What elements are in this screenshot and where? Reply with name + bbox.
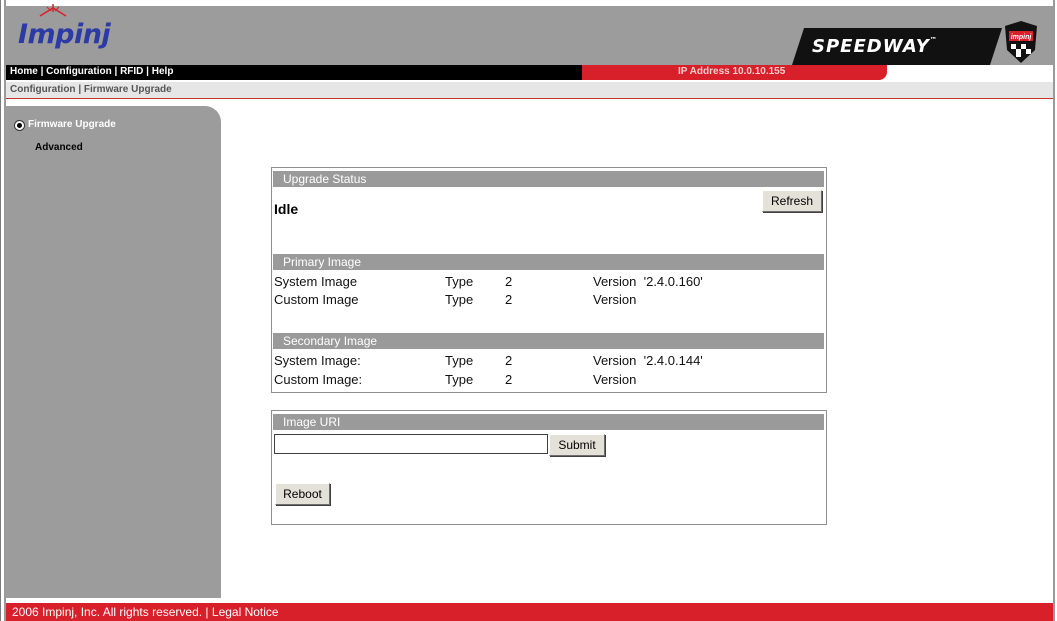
sidebar [6, 106, 221, 598]
logo-spark-icon [39, 4, 67, 17]
type-label: Type [445, 372, 474, 387]
legal-notice-link[interactable]: Legal Notice [212, 605, 279, 619]
breadcrumb-section: Configuration [10, 84, 76, 95]
image-uri-input[interactable] [274, 434, 548, 454]
version-label: Version [593, 353, 637, 368]
secondary-custom-image-label: Custom Image: [274, 372, 363, 387]
upgrade-status-value: Idle [274, 201, 299, 217]
breadcrumb: Configuration | Firmware Upgrade [10, 84, 172, 95]
image-uri-heading: Image URI [273, 414, 824, 430]
speedway-logo-text: Speedway [812, 36, 930, 57]
submit-button[interactable]: Submit [549, 434, 605, 456]
breadcrumb-page: Firmware Upgrade [83, 84, 172, 95]
version-label: Version [593, 292, 637, 307]
nav-configuration-link[interactable]: Configuration [46, 66, 112, 77]
impinj-logo: Impinj [18, 19, 111, 50]
sidebar-item-firmware-upgrade[interactable]: Firmware Upgrade [28, 119, 116, 130]
nav-separator: | [143, 66, 152, 77]
sidebar-item-advanced[interactable]: Advanced [35, 142, 83, 153]
ip-address: IP Address 10.0.10.155 [678, 66, 786, 77]
refresh-button[interactable]: Refresh [762, 190, 822, 212]
reboot-button[interactable]: Reboot [275, 483, 330, 505]
primary-system-image-label: System Image [274, 274, 358, 289]
trademark-mark: ™ [929, 36, 938, 44]
primary-custom-image-label: Custom Image [274, 292, 359, 307]
version-value: Version '2.4.0.160' [593, 274, 703, 289]
version-number: '2.4.0.144' [643, 353, 703, 368]
speedway-logo: Speedway™ [812, 36, 938, 57]
nav-help-link[interactable]: Help [152, 66, 174, 77]
upgrade-status-heading: Upgrade Status [273, 171, 824, 187]
impinj-shield-badge: impinj [1005, 21, 1037, 63]
secondary-image-heading: Secondary Image [273, 333, 824, 349]
type-value: 2 [505, 353, 513, 368]
badge-text: impinj [1011, 34, 1033, 41]
top-nav: Home | Configuration | RFID | Help [10, 66, 173, 77]
type-label: Type [445, 353, 474, 368]
version-label: Version [593, 372, 637, 387]
nav-separator: | [37, 66, 47, 77]
version-value: Version '2.4.0.144' [593, 353, 703, 368]
nav-rfid-link[interactable]: RFID [120, 66, 143, 77]
footer-separator: | [202, 605, 212, 619]
breadcrumb-separator: | [75, 84, 84, 95]
secondary-system-image-label: System Image: [274, 353, 361, 368]
type-label: Type [445, 274, 474, 289]
footer: 2006 Impinj, Inc. All rights reserved. |… [12, 605, 279, 619]
version-label: Version [593, 274, 637, 289]
selected-radio-icon [14, 120, 25, 131]
type-value: 2 [505, 372, 513, 387]
version-value: Version [593, 292, 644, 307]
type-value: 2 [505, 274, 513, 289]
nav-home-link[interactable]: Home [10, 66, 38, 77]
version-value: Version [593, 372, 644, 387]
primary-image-heading: Primary Image [273, 254, 824, 270]
nav-separator: | [111, 66, 121, 77]
type-value: 2 [505, 292, 513, 307]
window-right-border [1053, 0, 1055, 621]
copyright-text: 2006 Impinj, Inc. All rights reserved. [12, 605, 203, 619]
version-number: '2.4.0.160' [643, 274, 703, 289]
type-label: Type [445, 292, 474, 307]
